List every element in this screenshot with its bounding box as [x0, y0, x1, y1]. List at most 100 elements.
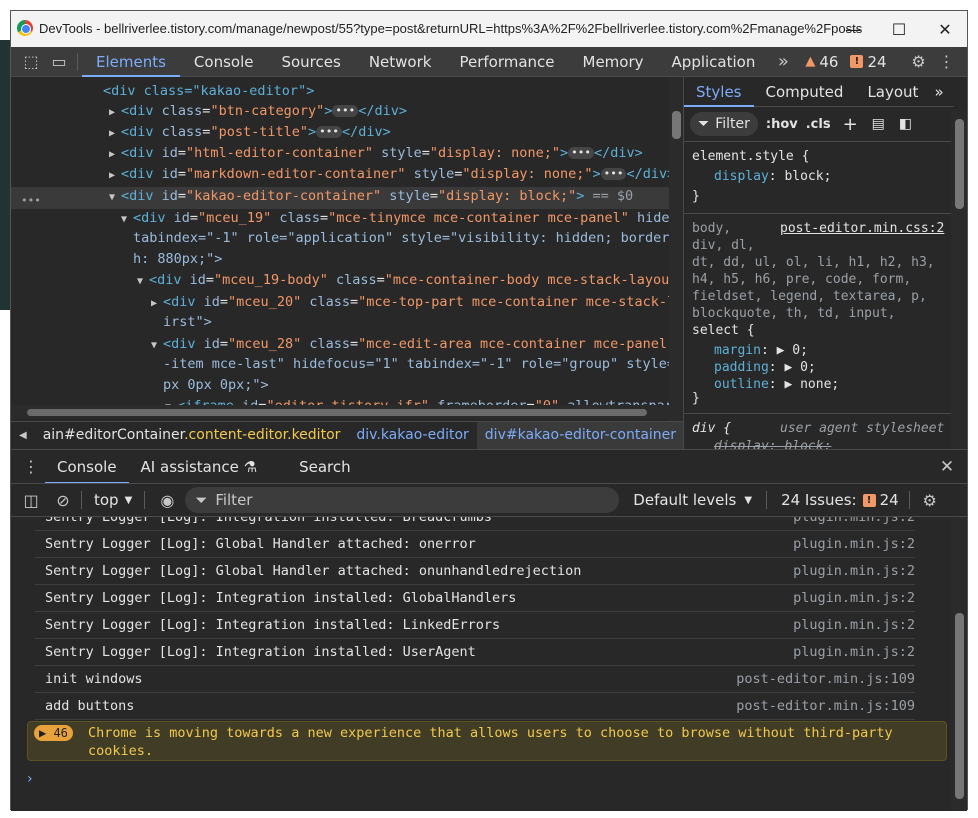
warnings-counter[interactable]: ▲ 46	[805, 53, 838, 71]
warning-icon: ▲	[805, 54, 816, 69]
warning-count-badge[interactable]: ▶ 46	[34, 725, 73, 741]
breadcrumb-item[interactable]: div.kakao-editor	[348, 422, 476, 449]
log-source-link[interactable]: plugin.min.js:2	[793, 585, 915, 611]
tab-sources[interactable]: Sources	[267, 47, 354, 77]
elements-horizontal-scrollbar[interactable]	[11, 405, 669, 419]
dom-node-line[interactable]: ▼ <div id="mceu_19" class="mce-tinymce mc…	[121, 208, 669, 228]
more-tabs-icon[interactable]: »	[769, 47, 797, 77]
tab-search[interactable]: Search	[287, 450, 363, 484]
dom-node-line[interactable]: px 0px 0px;">	[163, 375, 269, 395]
clear-console-icon[interactable]: ⊘	[49, 485, 77, 515]
breadcrumb-item-selected[interactable]: div#kakao-editor-container	[476, 422, 683, 449]
dom-node-text: tabindex="-1" role="application" style="…	[133, 230, 669, 246]
issues-counter[interactable]: ! 24	[850, 53, 887, 71]
tab-elements[interactable]: Elements	[82, 47, 180, 77]
log-source-link[interactable]: post-editor.min.js:109	[736, 693, 915, 719]
console-filter-input[interactable]: ⏷ Filter	[185, 487, 620, 513]
dom-attr-name: style	[372, 145, 422, 161]
log-levels-dropdown[interactable]: Default levels ▼	[633, 491, 752, 509]
dom-node-line[interactable]: h: 880px;">	[133, 249, 222, 269]
issues-link[interactable]: 24 Issues:! 24	[781, 491, 899, 509]
maximize-button[interactable]: ☐	[879, 15, 919, 43]
dom-node-line[interactable]: tabindex="-1" role="application" style="…	[133, 228, 669, 248]
drawer-menu-icon[interactable]: ⋮	[17, 452, 45, 482]
console-prompt-icon[interactable]: ›	[27, 771, 33, 787]
dom-node-line[interactable]: ▶ <div id="mceu_20" class="mce-top-part m…	[151, 292, 669, 312]
dom-node-line[interactable]: ▶ <div class="btn-category"> ••• </div>	[109, 101, 407, 121]
dom-node-line[interactable]: ▶ <div id="html-editor-container" style="…	[109, 143, 643, 163]
log-source-link[interactable]: plugin.min.js:2	[793, 517, 915, 530]
close-drawer-button[interactable]: ✕	[933, 452, 961, 482]
context-selector[interactable]: top ▼	[94, 491, 132, 509]
inspect-element-icon[interactable]: ⬚	[17, 47, 45, 77]
paint-icon[interactable]: ▤	[872, 116, 885, 132]
hov-toggle[interactable]: :hov	[766, 117, 798, 132]
console-warning-message[interactable]: ▶ 46 Chrome is moving towards a new expe…	[27, 721, 947, 761]
close-window-button[interactable]: ✕	[925, 15, 965, 43]
console-settings-gear-icon[interactable]: ⚙	[916, 485, 944, 515]
log-source-link[interactable]: plugin.min.js:2	[793, 531, 915, 557]
tab-ai-assistance[interactable]: AI assistance ⚗	[129, 450, 270, 484]
more-options-icon[interactable]: ⋮	[933, 47, 961, 77]
dom-node-line[interactable]: ▶ <div id="markdown-editor-container" sty…	[109, 164, 669, 184]
tab-layout[interactable]: Layout	[855, 77, 930, 107]
rule-divider	[684, 413, 954, 414]
console-scrollbar[interactable]	[951, 517, 967, 811]
styles-pane: Styles Computed Layout » ⏷ Filter :hov .c…	[683, 77, 967, 454]
css-declaration[interactable]: padding: ▶ 0;	[714, 360, 816, 375]
breadcrumb-item[interactable]: ain#editorContainer.content-editor.kedit…	[35, 422, 349, 449]
tab-performance[interactable]: Performance	[445, 47, 568, 77]
log-source-link[interactable]: plugin.min.js:2	[793, 612, 915, 638]
dom-tag: <div	[121, 188, 154, 204]
dom-node-line[interactable]: ▼ <div id="kakao-editor-container" style=…	[109, 186, 633, 206]
toolbar-divider	[77, 52, 78, 71]
sidebar-toggle-icon[interactable]: ◧	[899, 116, 912, 132]
tab-network[interactable]: Network	[355, 47, 446, 77]
tab-application[interactable]: Application	[658, 47, 770, 77]
element-style-declaration[interactable]: display: block;	[714, 169, 831, 184]
styles-tabs: Styles Computed Layout »	[684, 77, 954, 107]
minimize-button[interactable]: —	[833, 15, 873, 43]
scroll-thumb[interactable]	[27, 409, 647, 416]
scroll-thumb[interactable]	[955, 613, 964, 799]
log-source-link[interactable]: post-editor.min.js:109	[736, 666, 915, 692]
tab-styles[interactable]: Styles	[684, 77, 754, 107]
dom-tag: <div	[121, 103, 154, 119]
dom-node-line[interactable]: ▼ <div id="mceu_19-body" class="mce-conta…	[137, 270, 669, 290]
css-declaration[interactable]: outline: ▶ none;	[714, 377, 839, 392]
new-rule-icon[interactable]: +	[843, 114, 858, 135]
dom-attr-name: class	[153, 103, 203, 119]
console-log-row: Sentry Logger [Log]: Integration install…	[35, 585, 915, 612]
dom-node-line[interactable]: irst">	[163, 312, 212, 332]
log-source-link[interactable]: plugin.min.js:2	[793, 639, 915, 665]
dom-node-line[interactable]: ▼ <div id="mceu_28" class="mce-edit-area …	[151, 334, 669, 354]
node-more-menu[interactable]: •••	[21, 191, 41, 211]
breadcrumb-left-arrow-icon[interactable]: ◀	[11, 422, 35, 449]
settings-gear-icon[interactable]: ⚙	[905, 47, 933, 77]
dom-node-line[interactable]: <div class="kakao-editor">	[103, 81, 314, 101]
dom-node-text: <div class="kakao-editor">	[103, 83, 315, 99]
live-expression-eye-icon[interactable]: ◉	[153, 485, 181, 515]
dom-attr-eq: =	[177, 188, 187, 204]
scroll-thumb[interactable]	[955, 119, 964, 209]
log-source-link[interactable]: plugin.min.js:2	[793, 558, 915, 584]
styles-filter-input[interactable]: ⏷ Filter	[690, 112, 758, 136]
css-declaration[interactable]: margin: ▶ 0;	[714, 343, 808, 358]
tab-computed[interactable]: Computed	[754, 77, 856, 107]
styles-scrollbar[interactable]	[951, 111, 967, 449]
rule-divider	[684, 213, 954, 214]
tab-console[interactable]: Console	[180, 47, 268, 77]
dom-node-line[interactable]: ▶ <div class="post-title"> ••• </div>	[109, 122, 391, 142]
tab-memory[interactable]: Memory	[569, 47, 658, 77]
more-style-tabs-icon[interactable]: »	[930, 77, 947, 107]
rule-source-link[interactable]: post-editor.min.css:2	[780, 221, 944, 236]
scroll-thumb[interactable]	[672, 111, 681, 139]
dom-attr-value: "markdown-editor-container"	[186, 166, 406, 182]
tab-console-drawer[interactable]: Console	[45, 450, 129, 484]
elements-vertical-scrollbar[interactable]	[669, 77, 683, 421]
dom-node-line[interactable]: -item mce-last" hidefocus="1" tabindex="…	[163, 354, 669, 374]
cls-toggle[interactable]: .cls	[806, 117, 831, 132]
device-toolbar-icon[interactable]: ▭	[45, 47, 73, 77]
show-sidebar-icon[interactable]: ◫	[17, 485, 45, 515]
context-label: top	[94, 491, 119, 509]
